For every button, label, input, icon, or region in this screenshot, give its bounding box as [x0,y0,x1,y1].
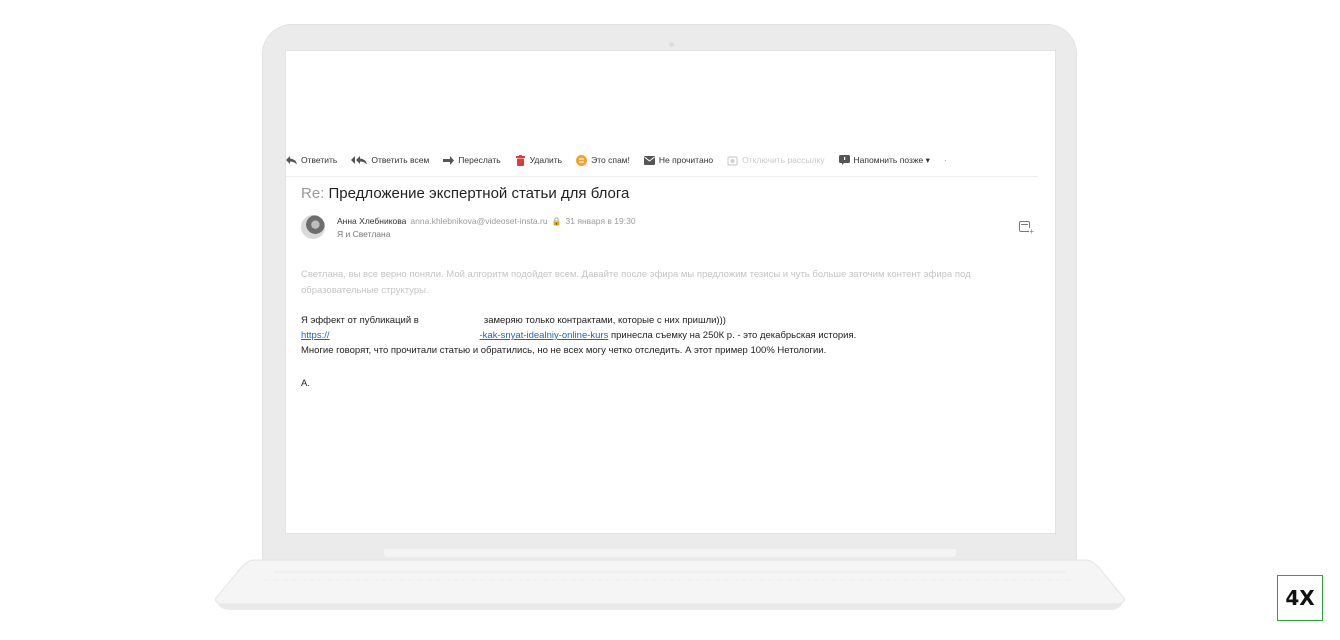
reply-label: Ответить [301,155,338,165]
body-line-2: https://-kak-snyat-idealniy-online-kurs … [301,328,1041,343]
body-line-3: Многие говорят, что прочитали статью и о… [301,345,827,356]
body-line-1-b: замеряю только контрактами, которые с ни… [483,315,726,326]
delete-button[interactable]: Удалить [515,154,563,166]
mail-date: 31 января в 19:30 [565,216,636,226]
article-link-end[interactable]: -kak-snyat-idealniy-online-kurs [480,330,609,341]
unsubscribe-label: Отключить рассылку [742,155,825,165]
body-line-1: Я эффект от публикаций в замеряю только к… [301,313,1041,328]
mail-body: Я эффект от публикаций в замеряю только к… [301,313,1041,358]
mail-toolbar: Ответить Ответить всем Переслать Удалить… [286,152,1038,177]
laptop-base [215,559,1125,610]
reminder-icon [838,155,850,166]
reply-all-icon [351,155,368,166]
remind-later-label: Напомнить позже ▾ [853,154,930,165]
zoom-badge: 4X [1277,575,1323,621]
recipients[interactable]: Я и Светлана [337,229,390,239]
trash-icon [515,154,526,166]
laptop-camera [669,42,674,47]
forward-button[interactable]: Переслать [443,155,501,166]
body-line-1-a: Я эффект от публикаций в [301,315,419,326]
laptop-hinge [384,549,956,557]
more-button[interactable]: · [944,155,947,165]
quoted-text: Светлана, вы все верно поняли. Мой алгор… [301,269,971,296]
spam-icon [576,154,588,166]
sender-name[interactable]: Анна Хлебникова [337,216,406,226]
subject-text: Предложение экспертной статьи для блога [328,185,630,202]
remind-later-button[interactable]: Напомнить позже ▾ [838,154,930,166]
envelope-icon [643,155,655,166]
sender-line: Анна Хлебникова anna.khlebnikova@videose… [337,216,636,226]
signature: А. [301,378,310,389]
forward-icon [443,155,455,166]
sender-email[interactable]: anna.khlebnikova@videoset-insta.ru [410,216,547,226]
forward-label: Переслать [458,155,501,165]
subject-prefix: Re: [301,185,325,202]
spam-label: Это спам! [591,155,630,165]
reply-button[interactable]: Ответить [286,155,337,166]
delete-label: Удалить [529,155,563,165]
mark-unread-label: Не прочитано [658,155,714,165]
reply-icon [286,155,297,166]
mail-subject: Re: Предложение экспертной статьи для бл… [301,185,629,202]
body-line-2-rest: принесла съемку на 250К р. - это декабрь… [608,330,857,341]
reply-all-label: Ответить всем [371,155,430,165]
article-link-start[interactable]: https:// [301,330,330,341]
spam-button[interactable]: Это спам! [576,154,630,166]
unsubscribe-icon [727,155,738,166]
mail-screen: Ответить Ответить всем Переслать Удалить… [286,51,1055,533]
unsubscribe-button[interactable]: Отключить рассылку [727,155,825,166]
mark-unread-button[interactable]: Не прочитано [643,155,714,166]
add-to-calendar-icon[interactable] [1019,221,1034,236]
lock-icon: 🔒 [551,216,562,226]
sender-avatar[interactable] [301,215,325,239]
reply-all-button[interactable]: Ответить всем [351,155,429,166]
